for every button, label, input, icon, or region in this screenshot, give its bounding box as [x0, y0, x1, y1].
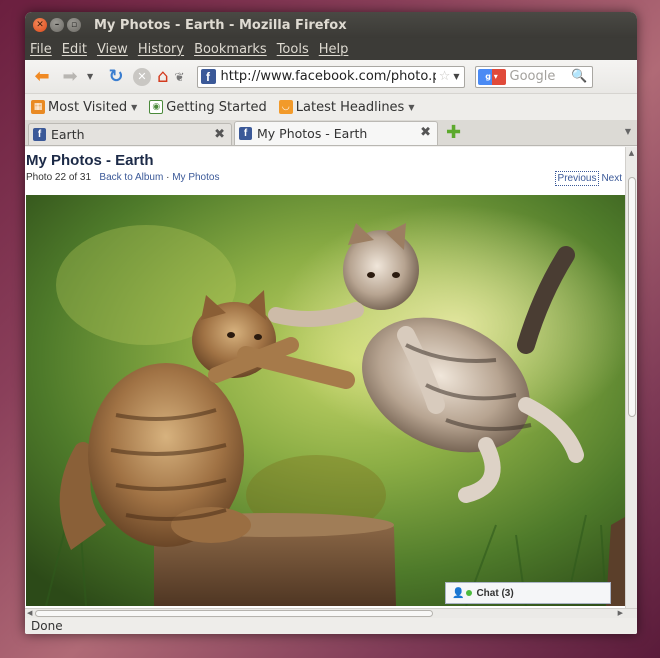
- photo-counter: Photo 22 of 31: [26, 172, 92, 183]
- browser-window: ✕ – ▫ My Photos - Earth - Mozilla Firefo…: [25, 12, 637, 634]
- close-window-icon[interactable]: ✕: [33, 18, 47, 32]
- page-content: My Photos - Earth Photo 22 of 31 Back to…: [25, 147, 625, 608]
- photo-header: My Photos - Earth Photo 22 of 31 Back to…: [25, 147, 625, 193]
- tab-label: Earth: [51, 127, 85, 142]
- chat-bar[interactable]: 👤 Chat (3): [445, 582, 611, 604]
- my-photos-link[interactable]: My Photos: [172, 172, 219, 183]
- scroll-left-icon[interactable]: ◀: [27, 609, 32, 617]
- chevron-down-icon: ▼: [408, 102, 415, 112]
- maximize-window-icon[interactable]: ▫: [67, 18, 81, 32]
- facebook-favicon-icon: f: [200, 69, 216, 84]
- rss-icon: ◡: [278, 100, 293, 114]
- back-to-album-link[interactable]: Back to Album: [99, 172, 163, 183]
- status-text: Done: [31, 619, 63, 633]
- menu-view[interactable]: View: [97, 42, 128, 57]
- history-dropdown-icon[interactable]: ▼: [87, 72, 97, 81]
- user-icon: 👤: [452, 587, 465, 599]
- menu-file[interactable]: File: [30, 42, 52, 57]
- title-bar: ✕ – ▫ My Photos - Earth - Mozilla Firefo…: [25, 12, 637, 38]
- chat-label: Chat: [476, 587, 499, 599]
- back-arrow-icon[interactable]: ⬅: [31, 66, 53, 88]
- url-bar[interactable]: f http://www.facebook.com/photo.php ☆ ▼: [196, 65, 465, 88]
- kittens-photo[interactable]: [26, 195, 625, 606]
- close-tab-icon[interactable]: ✖: [420, 125, 431, 140]
- menu-history[interactable]: History: [138, 42, 184, 57]
- extension-icon[interactable]: ❦: [174, 70, 184, 84]
- reload-icon[interactable]: ↻: [105, 66, 127, 88]
- close-tab-icon[interactable]: ✖: [214, 127, 225, 142]
- scroll-right-icon[interactable]: ▶: [618, 609, 623, 617]
- photo-pager: Previous Next: [554, 171, 622, 186]
- horizontal-scrollbar[interactable]: ◀ ▶: [25, 608, 637, 618]
- page-icon: ◉: [149, 100, 164, 114]
- tab-earth[interactable]: f Earth ✖: [28, 123, 232, 145]
- chat-count: (3): [501, 587, 514, 599]
- search-engine-icon[interactable]: g ▾: [477, 68, 506, 85]
- tab-strip: f Earth ✖ f My Photos - Earth ✖ ✚ ▼: [25, 120, 637, 146]
- status-bar: Done: [25, 618, 637, 634]
- menu-bar: File Edit View History Bookmarks Tools H…: [25, 38, 637, 60]
- bookmarks-toolbar: ▦ Most Visited ▼ ◉ Getting Started ◡ Lat…: [25, 94, 637, 120]
- previous-link[interactable]: Previous: [554, 171, 600, 186]
- bookmark-label: Latest Headlines: [295, 99, 405, 115]
- photo-meta: Photo 22 of 31 Back to Album · My Photos: [26, 172, 624, 183]
- menu-tools[interactable]: Tools: [277, 42, 309, 57]
- tab-label: My Photos - Earth: [257, 126, 368, 141]
- scroll-up-icon[interactable]: ▲: [626, 147, 637, 159]
- vertical-scrollbar[interactable]: ▲: [625, 147, 637, 608]
- menu-edit[interactable]: Edit: [62, 42, 87, 57]
- search-icon[interactable]: 🔍: [571, 69, 587, 84]
- bookmark-label: Getting Started: [166, 99, 267, 115]
- stop-icon[interactable]: ✕: [133, 67, 151, 86]
- navigation-toolbar: ⬅ ➡ ▼ ↻ ✕ ⌂ ❦ f http://www.facebook.com/…: [25, 60, 637, 94]
- most-visited-icon: ▦: [31, 100, 45, 114]
- horizontal-scroll-thumb[interactable]: [35, 610, 433, 617]
- url-text[interactable]: http://www.facebook.com/photo.php: [221, 69, 436, 84]
- menu-bookmarks[interactable]: Bookmarks: [194, 42, 267, 57]
- online-status-icon: [466, 590, 473, 596]
- menu-help[interactable]: Help: [319, 42, 349, 57]
- forward-arrow-icon[interactable]: ➡: [59, 66, 81, 88]
- facebook-favicon-icon: f: [239, 127, 252, 140]
- bookmark-latest-headlines[interactable]: ◡ Latest Headlines ▼: [278, 99, 415, 115]
- search-input[interactable]: Google: [510, 69, 572, 84]
- new-tab-icon[interactable]: ✚: [446, 122, 461, 143]
- bookmark-star-icon[interactable]: ☆: [439, 69, 451, 84]
- facebook-favicon-icon: f: [33, 128, 46, 141]
- bookmark-getting-started[interactable]: ◉ Getting Started: [149, 100, 267, 115]
- page-title: My Photos - Earth: [26, 152, 154, 169]
- minimize-window-icon[interactable]: –: [50, 18, 64, 32]
- next-link[interactable]: Next: [601, 173, 622, 184]
- url-dropdown-icon[interactable]: ▼: [453, 72, 459, 81]
- bookmark-most-visited[interactable]: ▦ Most Visited ▼: [31, 100, 137, 115]
- link-separator: ·: [163, 172, 173, 183]
- tab-my-photos-earth[interactable]: f My Photos - Earth ✖: [234, 121, 438, 145]
- home-icon[interactable]: ⌂: [157, 66, 168, 87]
- vertical-scroll-thumb[interactable]: [628, 177, 636, 417]
- tab-list-icon[interactable]: ▼: [625, 127, 631, 136]
- bookmark-label: Most Visited: [48, 99, 128, 115]
- kittens-photo-image: [26, 195, 625, 606]
- window-title: My Photos - Earth - Mozilla Firefox: [94, 17, 347, 33]
- chevron-down-icon: ▼: [131, 102, 138, 112]
- search-box[interactable]: g ▾ Google 🔍: [474, 65, 593, 88]
